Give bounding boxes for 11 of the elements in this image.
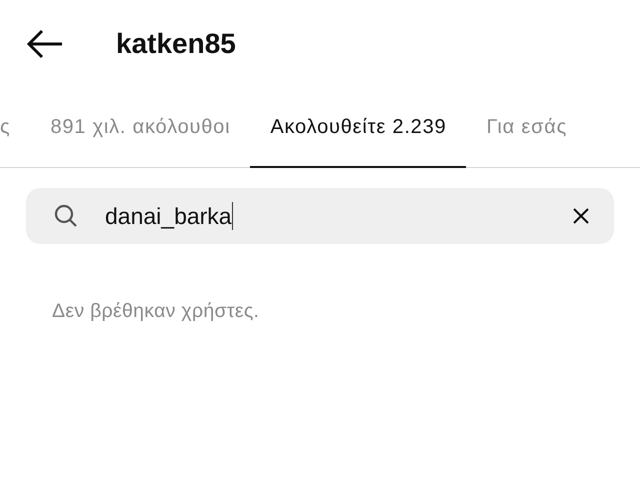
username-title: katken85 xyxy=(116,28,236,60)
tab[interactable]: ς xyxy=(0,88,30,168)
back-button[interactable] xyxy=(26,29,64,59)
tab[interactable]: 891 χιλ. ακόλουθοι xyxy=(30,88,250,168)
no-results-message: Δεν βρέθηκαν χρήστες. xyxy=(52,300,260,323)
text-cursor xyxy=(232,202,234,230)
clear-button[interactable] xyxy=(572,207,590,225)
tab[interactable]: Για εσάς xyxy=(466,88,588,168)
search-icon xyxy=(54,204,78,228)
search-field[interactable]: danai_barka xyxy=(26,188,614,244)
tab[interactable]: Ακολουθείτε 2.239 xyxy=(250,88,466,168)
